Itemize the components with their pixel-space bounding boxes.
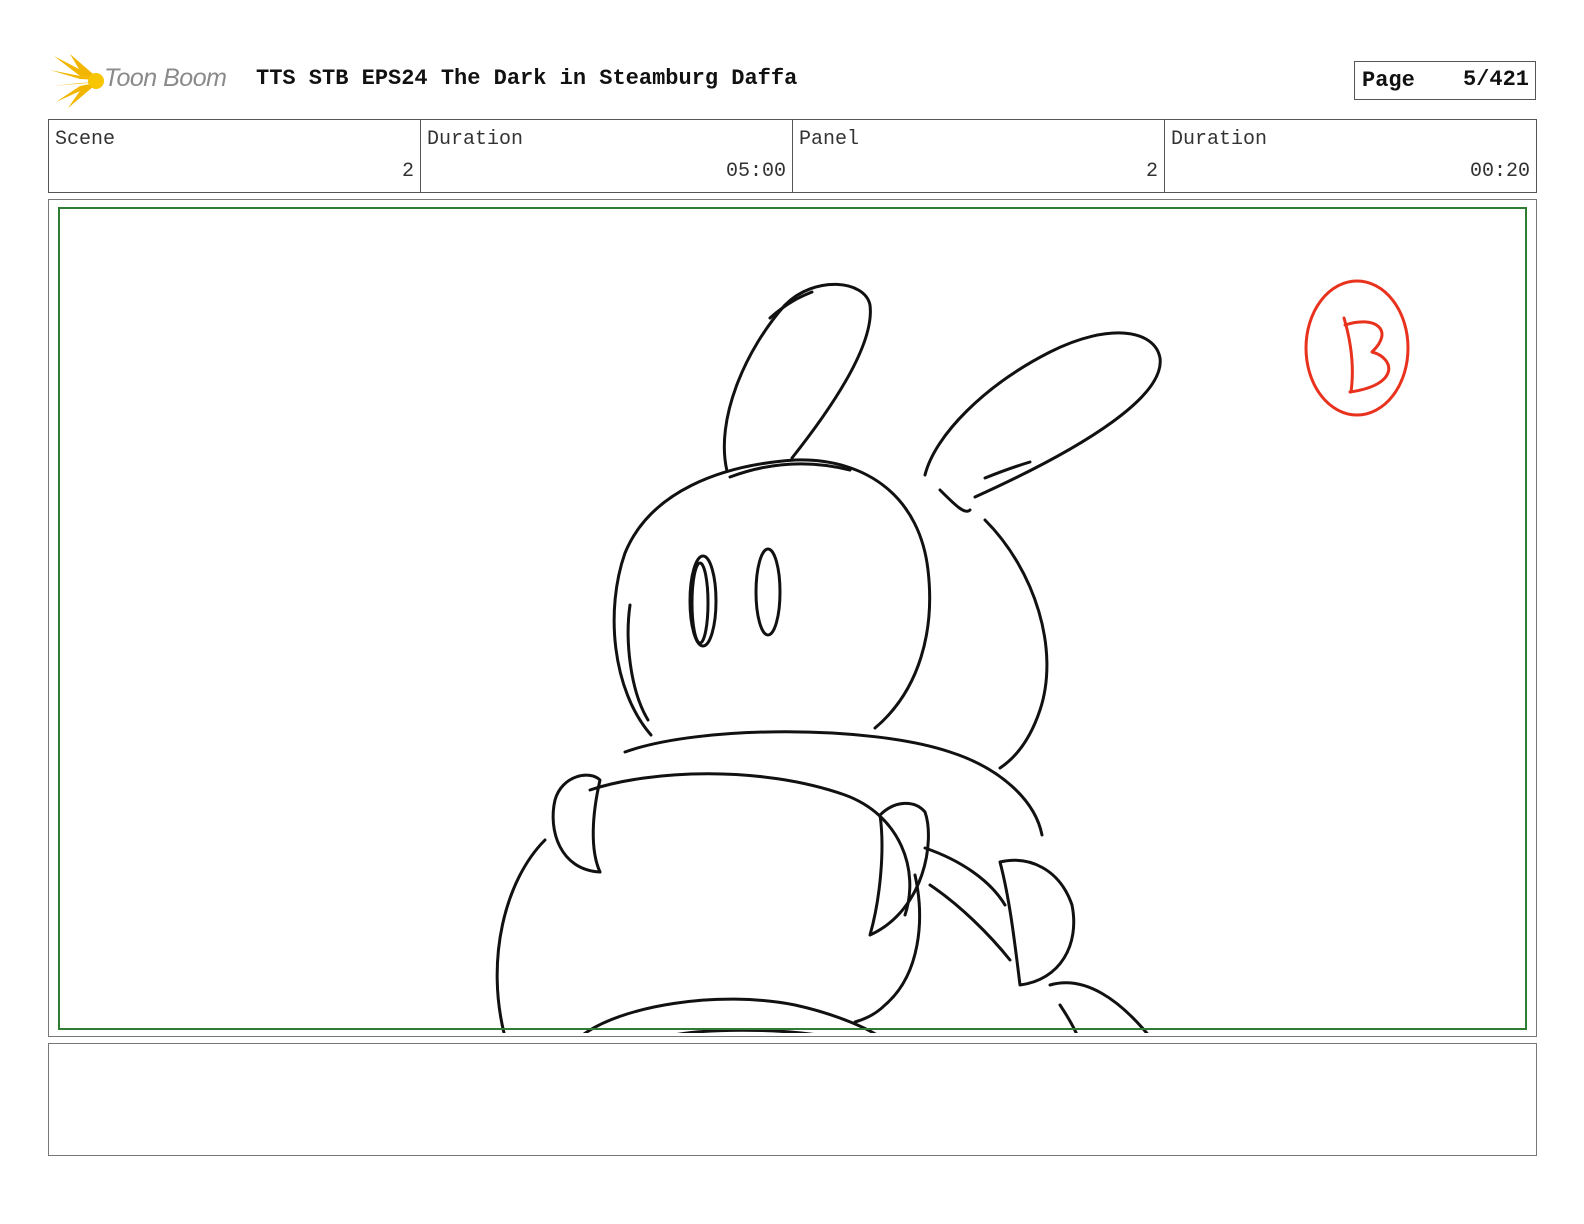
page-indicator: Page 5/421 bbox=[1354, 61, 1536, 100]
panel-value: 2 bbox=[1145, 160, 1158, 183]
scene-duration-label: Duration bbox=[427, 128, 524, 151]
starburst-icon bbox=[50, 54, 104, 108]
panel-cell: Panel 2 bbox=[793, 120, 1165, 192]
panel-duration-label: Duration bbox=[1171, 128, 1268, 151]
page-number: 5/421 bbox=[1462, 67, 1529, 92]
page-label: Page bbox=[1362, 68, 1415, 93]
logo-text: Toon Boom bbox=[104, 64, 227, 92]
panel-label: Panel bbox=[799, 128, 860, 151]
safe-area-frame bbox=[58, 207, 1527, 1030]
panel-duration-cell: Duration 00:20 bbox=[1165, 120, 1536, 192]
belly-inner-stroke bbox=[677, 1028, 814, 1033]
scene-value: 2 bbox=[401, 160, 414, 183]
caption-box bbox=[48, 1043, 1537, 1156]
scene-label: Scene bbox=[55, 128, 116, 151]
document-title: TTS STB EPS24 The Dark in Steamburg Daff… bbox=[256, 66, 798, 91]
scene-info-table: Scene 2 Duration 05:00 Panel 2 Duration … bbox=[48, 119, 1537, 193]
scene-duration-cell: Duration 05:00 bbox=[421, 120, 793, 192]
panel-duration-value: 00:20 bbox=[1469, 160, 1530, 183]
scene-duration-value: 05:00 bbox=[725, 160, 786, 183]
toon-boom-logo: Toon Boom bbox=[50, 52, 240, 110]
scene-cell: Scene 2 bbox=[49, 120, 421, 192]
